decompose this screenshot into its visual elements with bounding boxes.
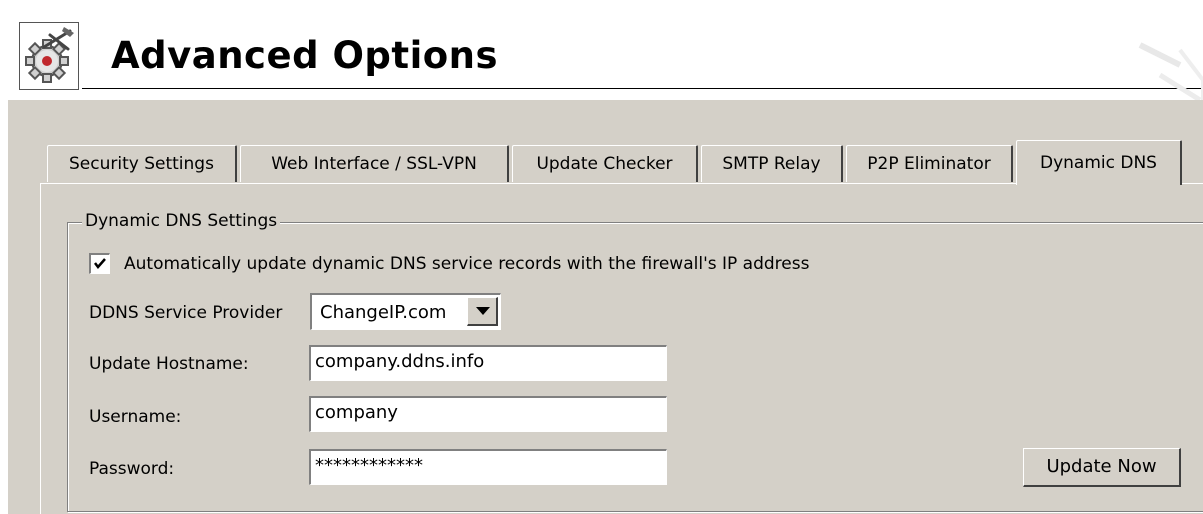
page-header: Advanced Options: [0, 0, 1203, 103]
provider-selected-value: ChangeIP.com: [320, 302, 447, 323]
group-title: Dynamic DNS Settings: [82, 209, 281, 233]
chevron-down-icon: [476, 307, 490, 315]
tab-security-settings[interactable]: Security Settings: [47, 145, 237, 182]
title-divider: [82, 88, 1203, 89]
tab-dynamic-dns[interactable]: Dynamic DNS: [1016, 140, 1182, 185]
provider-select[interactable]: ChangeIP.com: [310, 293, 501, 330]
tab-p2p-eliminator[interactable]: P2P Eliminator: [846, 145, 1013, 182]
checkmark-icon: [94, 258, 106, 269]
password-label: Password:: [89, 459, 175, 479]
tab-smtp-relay[interactable]: SMTP Relay: [701, 145, 843, 182]
update-now-button[interactable]: Update Now: [1023, 448, 1181, 487]
dropdown-arrow-button[interactable]: [467, 297, 498, 326]
auto-update-label: Automatically update dynamic DNS service…: [124, 254, 810, 274]
provider-label: DDNS Service Provider: [89, 303, 283, 323]
page-title: Advanced Options: [111, 34, 499, 77]
gear-tools-icon: [19, 22, 79, 90]
hostname-field[interactable]: company.ddns.info: [309, 345, 667, 381]
auto-update-checkbox[interactable]: [89, 253, 110, 274]
username-field[interactable]: company: [309, 396, 667, 432]
password-field[interactable]: ************: [309, 449, 667, 485]
tab-web-interface-ssl-vpn[interactable]: Web Interface / SSL-VPN: [240, 145, 509, 182]
username-label: Username:: [89, 407, 182, 427]
hostname-label: Update Hostname:: [89, 354, 249, 374]
tab-update-checker[interactable]: Update Checker: [512, 145, 698, 182]
